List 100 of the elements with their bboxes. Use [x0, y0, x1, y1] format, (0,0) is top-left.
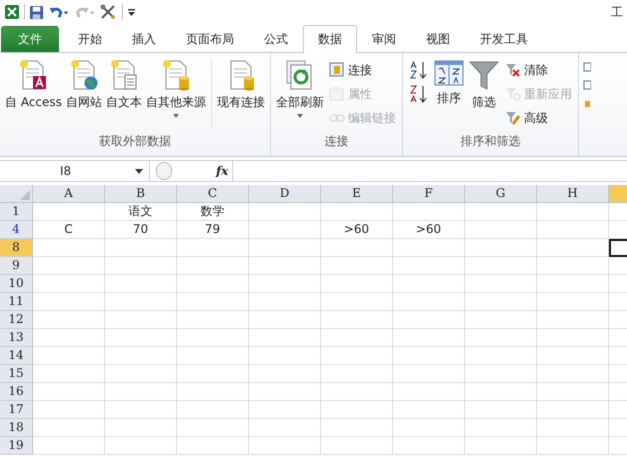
name-box[interactable]: I8 [0, 161, 150, 181]
splitter-handle[interactable] [156, 162, 172, 180]
row-header[interactable]: 13 [0, 329, 33, 347]
ribbon-tab[interactable]: 公式 [249, 26, 303, 52]
table-cell [465, 221, 537, 239]
table-cell [249, 203, 321, 221]
column-header[interactable]: G [465, 185, 537, 203]
ribbon-tab[interactable]: 数据 [303, 25, 357, 53]
table-cell [393, 293, 465, 311]
ribbon-tab[interactable]: 开始 [63, 26, 117, 52]
table-cell [177, 293, 249, 311]
table-cell [105, 239, 177, 257]
table-cell [33, 419, 105, 437]
table-cell [537, 419, 609, 437]
table-cell [105, 293, 177, 311]
sort-ascending-icon [408, 60, 429, 80]
row-header[interactable]: 19 [0, 437, 33, 455]
sort-icon [434, 59, 464, 87]
spreadsheet-logo-icon[interactable] [4, 4, 20, 20]
table-cell [465, 257, 537, 275]
undo-icon[interactable] [48, 4, 70, 20]
table-cell [393, 239, 465, 257]
save-icon[interactable] [29, 4, 44, 20]
ribbon-button[interactable]: 高级 [502, 107, 575, 129]
ribbon-button[interactable]: 排序 [432, 55, 466, 111]
column-header[interactable]: H [537, 185, 609, 203]
ribbon-button[interactable]: 自其他来源 [144, 55, 208, 122]
table-cell [177, 329, 249, 347]
table-cell [393, 203, 465, 221]
table-cell [249, 401, 321, 419]
column-header[interactable]: C [177, 185, 249, 203]
column-header[interactable]: F [393, 185, 465, 203]
insert-function-button[interactable]: fx [212, 164, 232, 178]
table-cell [321, 203, 393, 221]
table-cell [249, 221, 321, 239]
ribbon-tab[interactable]: 页面布局 [171, 26, 249, 52]
group-label: 获取外部数据 [98, 133, 172, 150]
ribbon-button[interactable]: 全部刷新 [274, 55, 326, 122]
table-cell [321, 329, 393, 347]
document-icon [160, 59, 191, 91]
document-icon [108, 59, 139, 91]
row-header[interactable]: 8 [0, 239, 33, 257]
properties-icon [328, 86, 345, 102]
table-cell [393, 419, 465, 437]
ribbon-tab[interactable]: 开发工具 [465, 26, 543, 52]
table-cell [537, 221, 609, 239]
table-cell [33, 311, 105, 329]
row-header[interactable]: 12 [0, 311, 33, 329]
column-header[interactable]: B [105, 185, 177, 203]
ribbon-button[interactable]: 现有连接 [214, 55, 267, 115]
row-header[interactable]: 11 [0, 293, 33, 311]
table-cell: 70 [105, 221, 177, 239]
table-cell [321, 365, 393, 383]
ribbon-button[interactable]: 自网站 [64, 55, 104, 115]
ribbon-button[interactable]: 自 Access [3, 55, 64, 115]
table-cell [465, 419, 537, 437]
table-cell [177, 365, 249, 383]
row-header[interactable]: 4 [0, 221, 33, 239]
tools-icon[interactable] [100, 4, 118, 20]
table-cell [465, 365, 537, 383]
table-cell [537, 203, 609, 221]
row-header[interactable]: 18 [0, 419, 33, 437]
column-header[interactable]: A [33, 185, 105, 203]
row-header[interactable]: 15 [0, 365, 33, 383]
table-cell [321, 419, 393, 437]
row-header[interactable]: 16 [0, 383, 33, 401]
table-cell [33, 257, 105, 275]
customize-menu-icon[interactable] [127, 6, 136, 18]
ribbon-button[interactable]: 连接 [326, 59, 399, 81]
table-cell [321, 347, 393, 365]
table-cell [33, 401, 105, 419]
ribbon-tab[interactable]: 审阅 [357, 26, 411, 52]
table-cell [537, 257, 609, 275]
row-header[interactable]: 17 [0, 401, 33, 419]
clear-filter-icon [504, 62, 521, 78]
ribbon-button[interactable]: 筛选 [466, 55, 502, 115]
ribbon-tab[interactable]: 视图 [411, 26, 465, 52]
row-header[interactable]: 14 [0, 347, 33, 365]
table-cell [177, 311, 249, 329]
table-cell [249, 293, 321, 311]
ribbon-button[interactable]: 自文本 [104, 55, 144, 115]
table-cell [537, 401, 609, 419]
window-title: 工 [611, 4, 623, 20]
table-cell [393, 257, 465, 275]
table-cell [537, 437, 609, 455]
ribbon-tab[interactable]: 文件 [1, 26, 59, 52]
ribbon-tab[interactable]: 插入 [117, 26, 171, 52]
table-cell [249, 239, 321, 257]
column-header[interactable]: E [321, 185, 393, 203]
row-header[interactable]: 1 [0, 203, 33, 221]
document-icon [68, 59, 99, 91]
table-cell [249, 347, 321, 365]
column-header[interactable]: D [249, 185, 321, 203]
table-cell [393, 383, 465, 401]
table-cell [249, 383, 321, 401]
reapply-icon [504, 86, 521, 102]
row-header[interactable]: 10 [0, 275, 33, 293]
row-header[interactable]: 9 [0, 257, 33, 275]
table-cell [105, 365, 177, 383]
ribbon-button[interactable]: 清除 [502, 59, 575, 81]
